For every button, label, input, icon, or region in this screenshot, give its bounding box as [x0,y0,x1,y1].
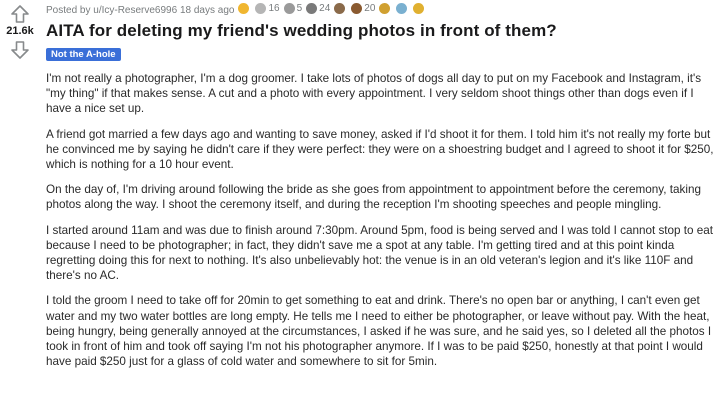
award[interactable] [396,3,409,14]
award[interactable]: 16 [255,3,280,14]
post-flair[interactable]: Not the A-hole [46,48,121,61]
award[interactable] [413,3,426,14]
helpful-award-icon [306,3,318,14]
platinum-award-icon [334,3,346,14]
post-card: 21.6k Posted by u/Icy-Reserve6996 18 day… [0,0,725,400]
post-paragraph: I'm not really a photographer, I'm a dog… [46,72,702,116]
award[interactable]: 24 [306,3,330,14]
downvote-arrow-icon[interactable] [9,40,31,60]
post-paragraph: I started around 11am and was due to fin… [46,223,714,283]
heart-award-icon [396,3,408,14]
vote-column: 21.6k [0,0,40,60]
wholesome-award-icon [283,3,295,14]
award-count: 16 [268,3,280,14]
award[interactable] [334,3,347,14]
post-paragraph: On the day of, I'm driving around follow… [46,183,701,212]
award[interactable]: 20 [351,3,375,14]
award-count: 5 [296,3,303,14]
award[interactable]: 5 [283,3,303,14]
post-paragraph: A friend got married a few days ago and … [46,127,714,172]
post-body: I'm not really a photographer, I'm a dog… [46,71,717,369]
hug-award-icon [379,3,391,14]
post-content: Posted by u/Icy-Reserve6996 18 days ago … [46,0,717,379]
upvote-arrow-icon[interactable] [9,4,31,24]
post-title[interactable]: AITA for deleting my friend's wedding ph… [46,21,717,41]
post-meta-text[interactable]: Posted by u/Icy-Reserve6996 18 days ago [46,5,234,16]
award[interactable] [379,3,392,14]
vote-score: 21.6k [6,25,34,37]
award-count: 20 [364,3,376,14]
award-list[interactable]: 16 5 24 20 [234,3,426,17]
award[interactable] [238,3,251,14]
silver-award-icon [255,3,267,14]
post-meta: Posted by u/Icy-Reserve6996 18 days ago … [46,0,717,20]
post-paragraph: I told the groom I need to take off for … [46,294,712,369]
gold-award-icon [238,3,250,14]
fire-award-icon [351,3,363,14]
star-award-icon [413,3,425,14]
award-count: 24 [319,3,331,14]
